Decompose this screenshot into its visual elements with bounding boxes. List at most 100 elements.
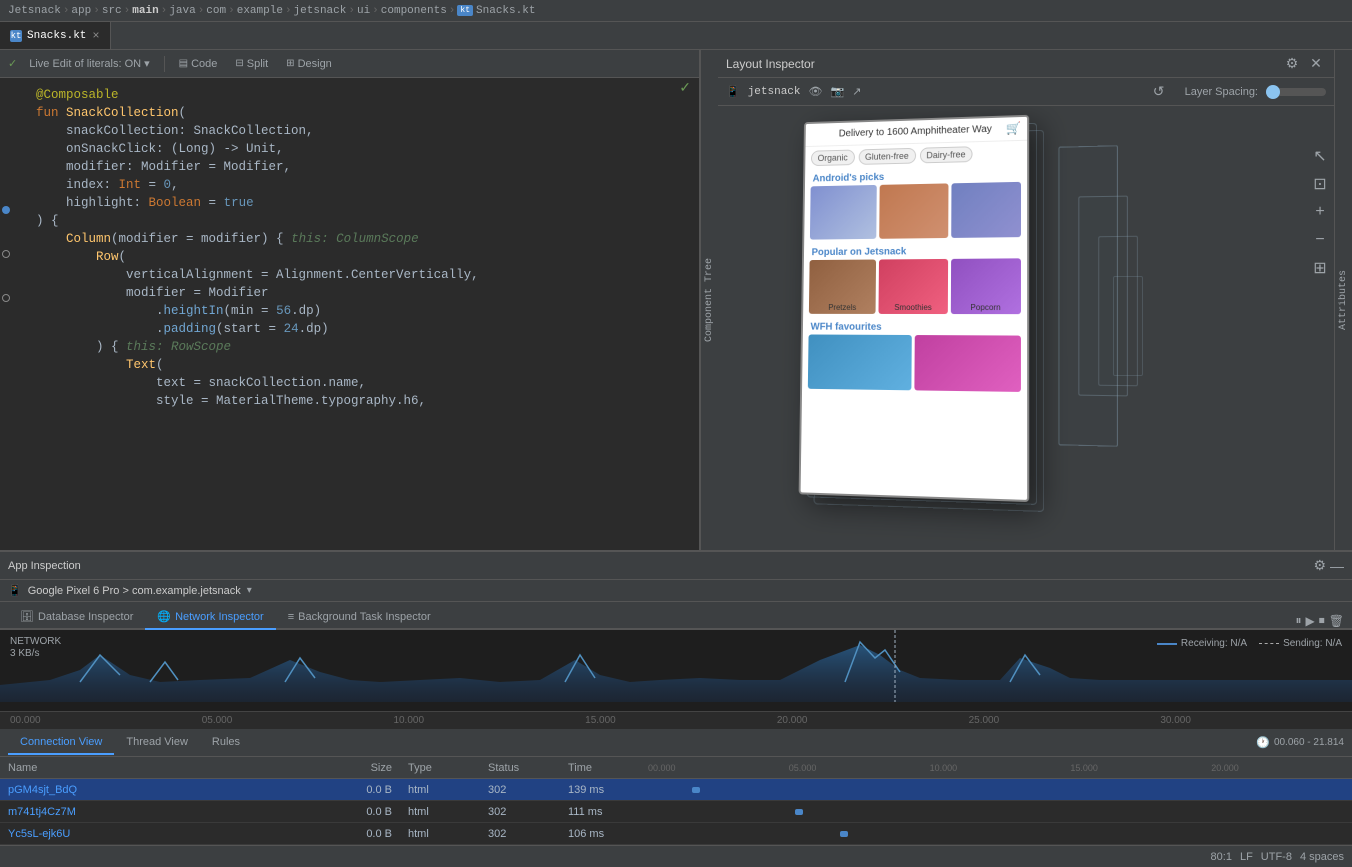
code-line: Column(modifier = modifier) { this: Colu… [0,230,699,248]
fit-tool[interactable]: ⊞ [1310,258,1330,278]
time-range: 🕐 00.060 - 21.814 [1256,736,1344,749]
device-selector: 📱 Google Pixel 6 Pro > com.example.jetsn… [0,580,1352,602]
row-time: 106 ms [560,828,640,840]
timeline-header: 00.000 05.000 10.000 15.000 20.000 [648,763,1352,773]
breadcrumb-sep: › [449,5,456,17]
tab-database-inspector[interactable]: 🗄 Database Inspector [8,605,145,630]
export-icon[interactable]: ↗ [852,85,861,99]
row-timeline [640,801,1352,822]
code-view-button[interactable]: ▤ Code [173,56,224,72]
code-text: Column(modifier = modifier) { this: Colu… [36,230,691,248]
code-line: text = snackCollection.name, [0,374,699,392]
breadcrumb-item[interactable]: java [169,5,195,17]
breadcrumb-sep: › [198,5,205,17]
conn-tabs: Connection View Thread View Rules [8,731,252,755]
capture-icon[interactable]: 📷 [830,85,844,99]
tab-thread-view[interactable]: Thread View [114,731,200,755]
time-tick-6: 30.000 [1160,715,1352,726]
live-view-icon[interactable]: 👁 [809,85,823,99]
breadcrumb-item[interactable]: com [206,5,226,17]
phone-3d-container: Delivery to 1600 Amphitheater Way 🛒 Orga… [798,116,1028,496]
component-tree-panel[interactable]: Component Tree [700,50,718,550]
pause-button[interactable]: ⏸ [1296,613,1302,628]
attributes-panel[interactable]: Attributes [1334,50,1352,550]
network-fill [0,645,1352,702]
design-view-label: Design [298,58,332,70]
design-view-button[interactable]: ⊞ Design [280,56,338,72]
breadcrumb-item[interactable]: components [381,5,447,17]
line-number [0,338,36,356]
breadcrumb-item[interactable]: example [237,5,283,17]
code-line: snackCollection: SnackCollection, [0,122,699,140]
zoom-out-tool[interactable]: − [1310,230,1330,250]
breadcrumb-sep: › [63,5,70,17]
breadcrumb-item[interactable]: app [71,5,91,17]
layer-spacing-label: Layer Spacing: [1185,86,1258,98]
filter-chip[interactable]: Organic [811,150,855,167]
zoom-in-tool[interactable]: + [1310,202,1330,222]
line-number [0,392,36,410]
breadcrumb-item[interactable]: src [102,5,122,17]
file-tab-snacks[interactable]: kt Snacks.kt × [0,22,111,49]
tl-tick-1: 05.000 [789,763,930,773]
table-row[interactable]: pGM4sjt_BdQ 0.0 B html 302 139 ms [0,779,1352,801]
breadcrumb-item[interactable]: jetsnack [294,5,347,17]
stop-button[interactable]: ⏹ [1319,613,1325,628]
code-line: Text( [0,356,699,374]
live-edit-button[interactable]: Live Edit of literals: ON ▾ [23,55,155,72]
file-type-badge: kt [457,5,473,16]
row-time: 139 ms [560,784,640,796]
breadcrumb-file[interactable]: kt Snacks.kt [457,5,535,17]
time-tick-0: 00.000 [10,715,202,726]
kotlin-file-icon: kt [10,30,22,42]
clock-icon: 🕐 [1256,736,1270,749]
line-number [0,320,36,338]
settings-bottom-button[interactable]: ⚙ [1313,557,1326,574]
line-number [0,302,36,320]
inspector-right-tools: ↖ ⊡ + − ⊞ [1310,146,1330,278]
code-text: index: Int = 0, [36,176,691,194]
code-text: snackCollection: SnackCollection, [36,122,691,140]
bottom-panel: App Inspection ⚙ — 📱 Google Pixel 6 Pro … [0,550,1352,845]
breakpoint-empty [2,250,10,258]
tab-label: Connection View [20,736,102,748]
tab-connection-view[interactable]: Connection View [8,731,114,755]
tab-label: Rules [212,736,240,748]
layer-spacing-slider[interactable] [1266,88,1326,96]
resume-button[interactable]: ▶ [1306,614,1315,628]
tab-rules[interactable]: Rules [200,731,252,755]
code-line: .padding(start = 24.dp) [0,320,699,338]
split-view-button[interactable]: ⊟ Split [229,56,274,72]
minimize-button[interactable]: — [1330,557,1344,574]
editor-toolbar: ✓ Live Edit of literals: ON ▾ ▤ Code ⊟ S… [0,50,699,78]
cursor-tool[interactable]: ↖ [1310,146,1330,166]
tl-tick-4: 20.000 [1211,763,1352,773]
filter-chip[interactable]: Dairy-free [919,146,972,163]
position-indicator: 80:1 [1211,851,1232,863]
table-row[interactable]: m741tj4Cz7M 0.0 B html 302 111 ms [0,801,1352,823]
tab-close-icon[interactable]: × [92,29,99,43]
tab-background-task-inspector[interactable]: ≡ Background Task Inspector [276,606,443,630]
main-area: ✓ Live Edit of literals: ON ▾ ▤ Code ⊟ S… [0,50,1352,550]
split-view-icon: ⊟ [235,58,243,69]
code-line: highlight: Boolean = true [0,194,699,212]
breadcrumb-item[interactable]: main [132,5,158,17]
dropdown-icon[interactable]: ▾ [247,585,252,596]
refresh-icon[interactable]: ↺ [1149,82,1169,102]
settings-button[interactable]: ⚙ [1282,54,1302,74]
breadcrumb-item[interactable]: Jetsnack [8,5,61,17]
clear-button[interactable]: 🗑 [1329,614,1344,628]
sync-check-icon: ✓ [679,80,691,97]
close-button[interactable]: ✕ [1306,54,1326,74]
row-name: pGM4sjt_BdQ [0,784,320,796]
tab-network-inspector[interactable]: 🌐 Network Inspector [145,605,275,630]
filter-chip[interactable]: Gluten-free [858,148,915,165]
tab-label: Thread View [126,736,188,748]
line-number [0,140,36,158]
table-row[interactable]: Yc5sL-ejk6U 0.0 B html 302 106 ms [0,823,1352,845]
screen-content: Delivery to 1600 Amphitheater Way 🛒 Orga… [802,117,1027,396]
time-tick-3: 15.000 [585,715,777,726]
breadcrumb-sep: › [124,5,131,17]
breadcrumb-item[interactable]: ui [357,5,370,17]
dimensions-tool[interactable]: ⊡ [1310,174,1330,194]
